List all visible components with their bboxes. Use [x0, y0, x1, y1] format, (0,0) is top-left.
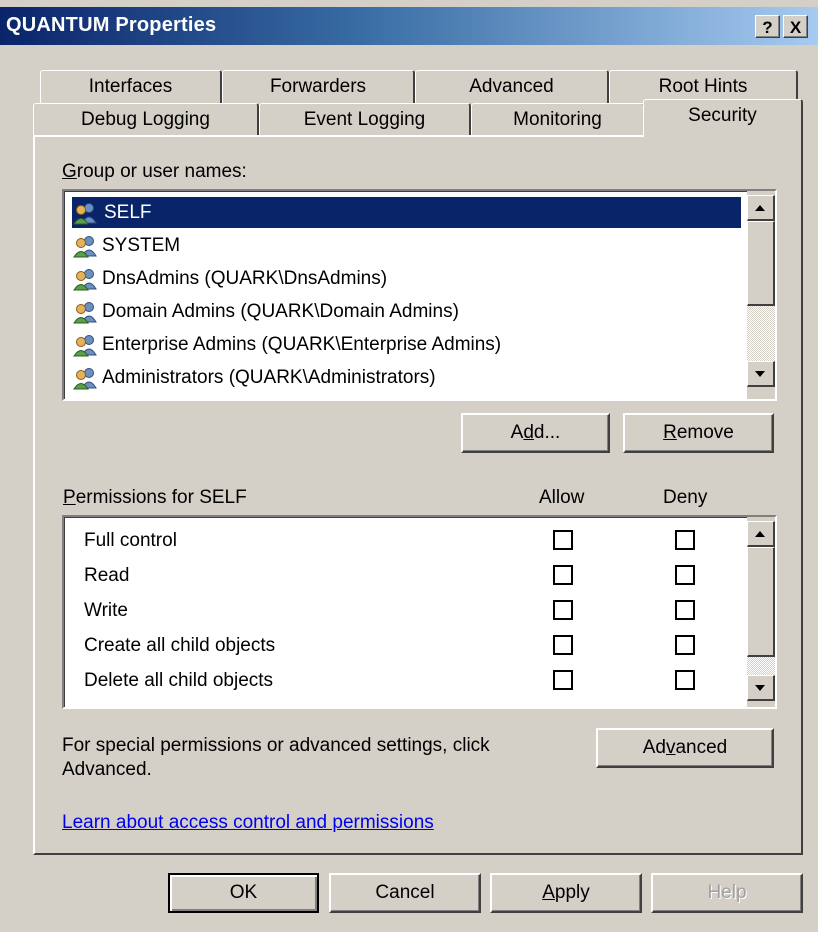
scroll-thumb[interactable]: [747, 221, 775, 306]
scroll-up-button[interactable]: [747, 195, 775, 221]
close-title-button[interactable]: X: [783, 15, 808, 38]
add-button[interactable]: Add...: [461, 413, 610, 453]
help-button[interactable]: Help: [651, 873, 803, 913]
apply-button[interactable]: Apply: [490, 873, 642, 913]
user-name: Enterprise Admins (QUARK\Enterprise Admi…: [102, 333, 502, 355]
ok-button[interactable]: OK: [168, 873, 319, 913]
title-bar[interactable]: QUANTUM Properties ? X: [0, 7, 818, 45]
permission-name: Write: [84, 599, 128, 621]
user-list-item[interactable]: SELF: [72, 197, 741, 228]
user-name: SELF: [102, 201, 154, 224]
deny-checkbox[interactable]: [675, 635, 695, 655]
deny-checkbox[interactable]: [675, 565, 695, 585]
permission-name: Full control: [84, 529, 177, 551]
group-label: Group or user names:: [62, 161, 247, 182]
window-title: QUANTUM Properties: [6, 14, 217, 36]
tab-debug-logging[interactable]: Debug Logging: [33, 103, 259, 136]
users-listbox[interactable]: SELF SYSTEM DnsAdmins (QUARK\DnsAdmins) Dom…: [62, 189, 777, 401]
user-name: Domain Admins (QUARK\Domain Admins): [102, 300, 459, 322]
arrow-up-icon: [755, 205, 765, 211]
tab-event-logging[interactable]: Event Logging: [259, 103, 471, 136]
users-scrollbar[interactable]: [747, 191, 775, 399]
allow-checkbox[interactable]: [553, 670, 573, 690]
allow-header: Allow: [539, 487, 585, 508]
user-list-item[interactable]: SYSTEM: [72, 230, 180, 261]
permission-row: Full control: [84, 525, 177, 556]
remove-button[interactable]: Remove: [623, 413, 774, 453]
user-group-icon: [73, 301, 97, 323]
permission-row: Write: [84, 595, 128, 626]
user-group-icon: [73, 202, 97, 224]
properties-dialog: QUANTUM Properties ? X Interfaces Forwar…: [0, 0, 818, 932]
permissions-label: Permissions for SELF: [63, 487, 247, 508]
deny-header: Deny: [663, 487, 708, 508]
perm-scroll-up-button[interactable]: [747, 521, 775, 547]
scroll-track[interactable]: [747, 306, 775, 361]
deny-checkbox[interactable]: [675, 600, 695, 620]
permission-name: Create all child objects: [84, 634, 276, 656]
user-list-item[interactable]: DnsAdmins (QUARK\DnsAdmins): [72, 263, 387, 294]
user-group-icon: [73, 334, 97, 356]
user-name: Administrators (QUARK\Administrators): [102, 366, 436, 388]
permission-name: Delete all child objects: [84, 669, 274, 691]
user-list-item[interactable]: Administrators (QUARK\Administrators): [72, 362, 436, 393]
special-permissions-text: For special permissions or advanced sett…: [62, 735, 490, 780]
user-name: DnsAdmins (QUARK\DnsAdmins): [102, 267, 388, 289]
user-group-icon: [73, 367, 97, 389]
permission-row: Create all child objects: [84, 630, 275, 661]
allow-checkbox[interactable]: [553, 600, 573, 620]
arrow-down-icon: [755, 371, 765, 377]
allow-checkbox[interactable]: [553, 635, 573, 655]
allow-checkbox[interactable]: [553, 565, 573, 585]
help-title-button[interactable]: ?: [755, 15, 780, 38]
scroll-down-button[interactable]: [747, 361, 775, 387]
perm-scroll-track[interactable]: [747, 657, 775, 675]
permission-row: Read: [84, 560, 129, 591]
user-group-icon: [73, 268, 97, 290]
tab-monitoring[interactable]: Monitoring: [471, 103, 645, 136]
tab-interfaces[interactable]: Interfaces: [40, 70, 222, 103]
perm-scroll-down-button[interactable]: [747, 675, 775, 701]
deny-checkbox[interactable]: [675, 530, 695, 550]
user-name: SYSTEM: [102, 234, 181, 256]
learn-access-control-link[interactable]: Learn about access control and permissio…: [62, 812, 434, 834]
deny-checkbox[interactable]: [675, 670, 695, 690]
permission-name: Read: [84, 564, 130, 586]
tab-forwarders[interactable]: Forwarders: [222, 70, 415, 103]
allow-checkbox[interactable]: [553, 530, 573, 550]
permission-row: Delete all child objects: [84, 665, 273, 696]
user-list-item[interactable]: Domain Admins (QUARK\Domain Admins): [72, 296, 459, 327]
tab-advanced[interactable]: Advanced: [415, 70, 609, 103]
cancel-button[interactable]: Cancel: [329, 873, 481, 913]
user-group-icon: [73, 235, 97, 257]
arrow-up-icon: [755, 531, 765, 537]
permissions-scrollbar[interactable]: [747, 517, 775, 707]
security-panel: Group or user names: SELF SYSTEM DnsAdmins…: [33, 135, 803, 855]
perm-scroll-thumb[interactable]: [747, 547, 775, 657]
user-list-item[interactable]: Enterprise Admins (QUARK\Enterprise Admi…: [72, 329, 501, 360]
advanced-button[interactable]: Advanced: [596, 728, 774, 768]
permissions-listbox[interactable]: Full control Read Write Create all child ob…: [62, 515, 777, 709]
arrow-down-icon: [755, 685, 765, 691]
tab-security[interactable]: Security: [643, 99, 803, 137]
